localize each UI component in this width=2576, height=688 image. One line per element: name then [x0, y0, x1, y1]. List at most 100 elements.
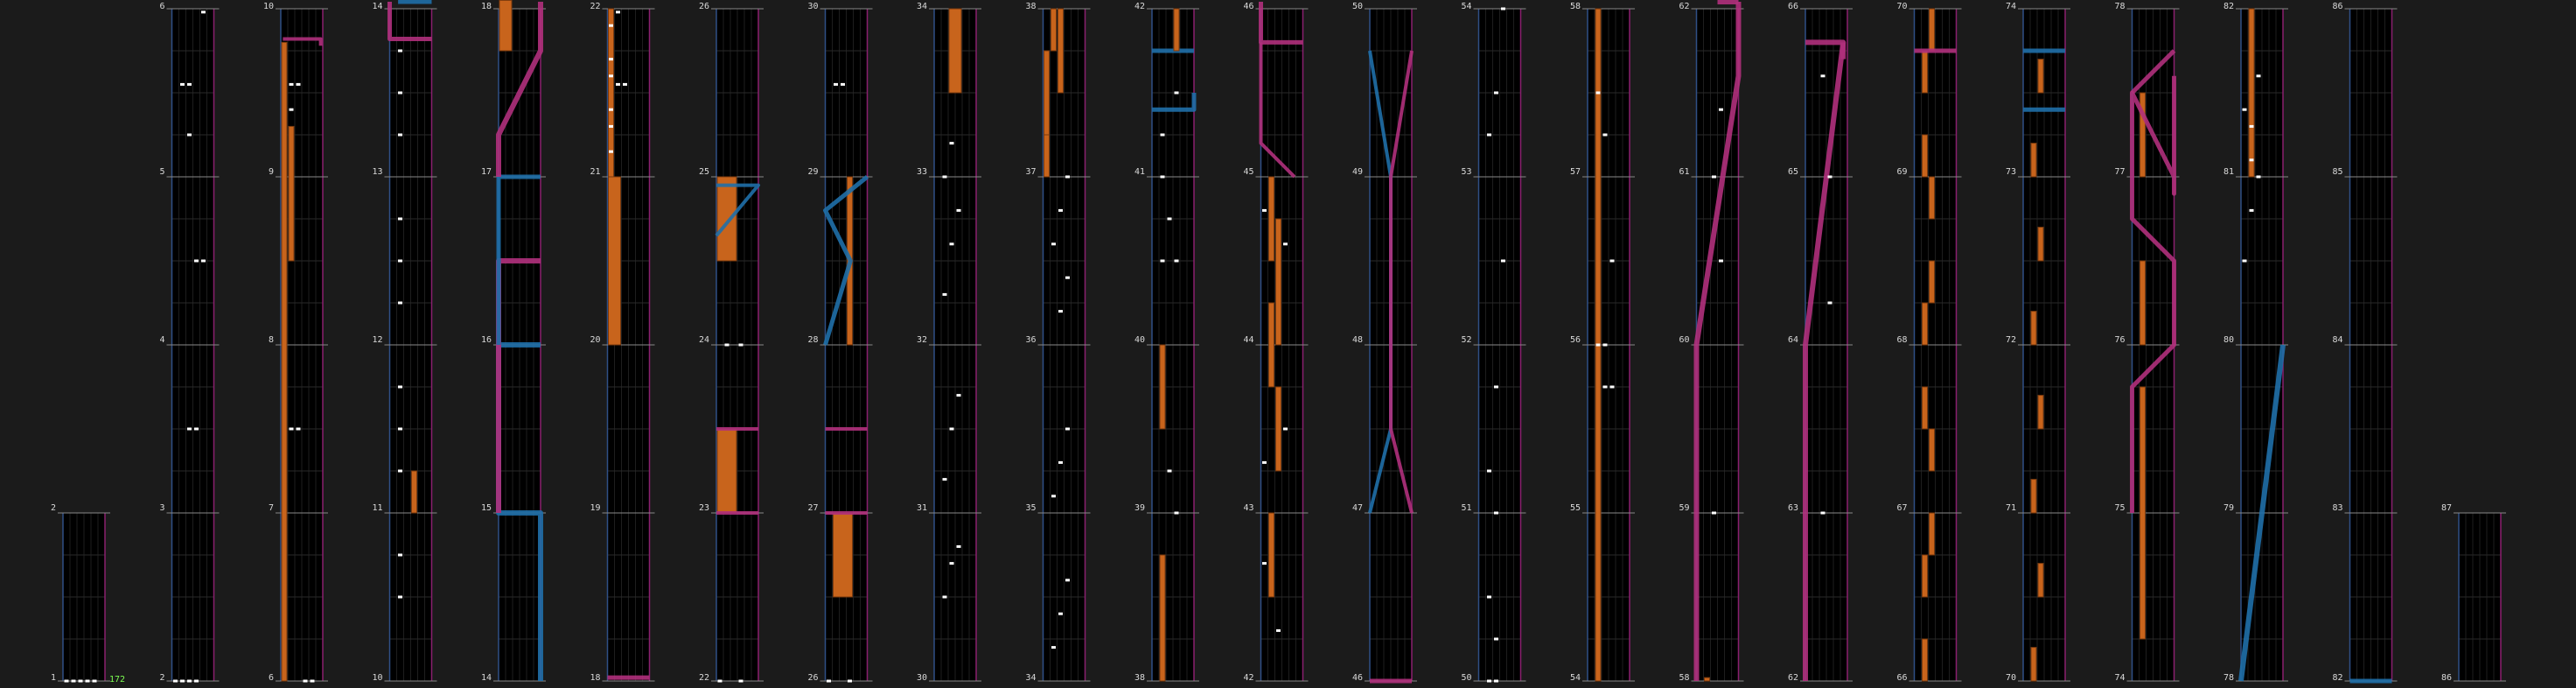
measure-number: 15 [481, 503, 492, 513]
tap-note [1602, 385, 1608, 389]
measure-number: 62 [1679, 2, 1689, 11]
measure-number: 49 [1352, 167, 1363, 177]
measure-number: 79 [2223, 503, 2234, 513]
tap-note [949, 427, 954, 431]
measure-number: 42 [1134, 2, 1145, 11]
measure-number: 50 [1352, 2, 1363, 11]
tap-note [1494, 511, 1498, 515]
measure-number: 2 [159, 673, 164, 683]
measure-number: 77 [2114, 167, 2125, 177]
measure-number: 67 [1896, 503, 1907, 513]
measure-number: 28 [807, 335, 818, 345]
hold-note [2037, 227, 2044, 262]
measure-number: 78 [2223, 673, 2234, 683]
hold-note [608, 176, 621, 346]
hold-note [1704, 677, 1710, 682]
tap-note [1602, 343, 1608, 347]
measure-number: 35 [1025, 503, 1036, 513]
tap-note [609, 58, 613, 61]
tap-note [738, 343, 743, 347]
measure-number: 68 [1896, 335, 1907, 345]
measure-number: 64 [1788, 335, 1798, 345]
hold-note [1173, 8, 1180, 52]
tap-note [2242, 259, 2247, 263]
tap-note [303, 679, 308, 683]
measure-number: 53 [1461, 167, 1471, 177]
measure-number: 1 [51, 673, 56, 683]
tap-note [2249, 208, 2254, 212]
measure-number: 69 [1896, 167, 1907, 177]
tap-note [616, 82, 620, 86]
measure-number: 3 [159, 503, 164, 513]
measure-number: 81 [2223, 167, 2234, 177]
hold-note [1929, 512, 1935, 556]
measure-number: 33 [917, 167, 927, 177]
hold-note [1268, 302, 1274, 388]
measure-number: 60 [1679, 335, 1689, 345]
hold-note [2030, 479, 2037, 514]
measure-number: 6 [159, 2, 164, 11]
tap-note [180, 82, 185, 86]
tap-note [1065, 175, 1070, 179]
tap-note [1494, 637, 1498, 641]
measure-number: 54 [1570, 673, 1581, 683]
hold-note [1275, 386, 1281, 472]
measure-number: 74 [2114, 673, 2125, 683]
tap-note [92, 679, 97, 683]
measure-number: 11 [372, 503, 382, 513]
measure-number: 66 [1788, 2, 1798, 11]
measure-column [166, 8, 220, 682]
hold-note [716, 176, 737, 262]
tap-note [942, 478, 947, 481]
measure-number: 42 [1243, 673, 1253, 683]
measure-number: 19 [590, 503, 600, 513]
measure-number: 10 [372, 673, 382, 683]
tap-note [956, 394, 961, 397]
measure-number: 26 [699, 2, 709, 11]
measure-number: 78 [2114, 2, 2125, 11]
measure-number: 52 [1461, 335, 1471, 345]
hold-note [499, 0, 513, 52]
measure-number: 75 [2114, 503, 2125, 513]
tap-note [609, 150, 613, 153]
measure-number: 86 [2332, 2, 2342, 11]
tap-note [85, 679, 90, 683]
tap-note [187, 679, 192, 683]
tap-note [1487, 679, 1491, 683]
tap-note [1283, 242, 1288, 246]
measure-column [711, 8, 764, 682]
measure-column [2454, 512, 2506, 682]
tap-note [1719, 259, 1723, 263]
measure-column [58, 512, 110, 682]
tap-note [609, 24, 613, 27]
tap-note [1712, 175, 1716, 179]
tap-note [1160, 259, 1165, 263]
hold-note [1929, 428, 1935, 472]
tap-note [64, 679, 69, 683]
tap-note [1051, 242, 1056, 246]
hold-note [1922, 50, 1928, 94]
tap-note [1262, 208, 1267, 212]
hold-note [1275, 218, 1281, 346]
measure-number: 37 [1025, 167, 1036, 177]
tap-note [949, 242, 954, 246]
hold-note [2037, 563, 2044, 598]
tap-note [398, 553, 402, 557]
measure-number: 34 [1025, 673, 1036, 683]
tap-note [1174, 91, 1179, 95]
tap-note [289, 427, 294, 431]
measure-number: 63 [1788, 503, 1798, 513]
tap-note [180, 679, 185, 683]
hold-note [2037, 59, 2044, 94]
hold-note [1159, 344, 1166, 430]
measure-number: 6 [269, 673, 274, 683]
tap-note [398, 133, 402, 137]
tap-note [616, 11, 620, 14]
tap-note [1283, 427, 1288, 431]
measure-column [1909, 8, 1962, 682]
tap-note [956, 544, 961, 548]
hold-note [1922, 302, 1928, 346]
measure-number: 4 [159, 335, 164, 345]
measure-number: 18 [481, 2, 492, 11]
measure-number: 31 [917, 503, 927, 513]
